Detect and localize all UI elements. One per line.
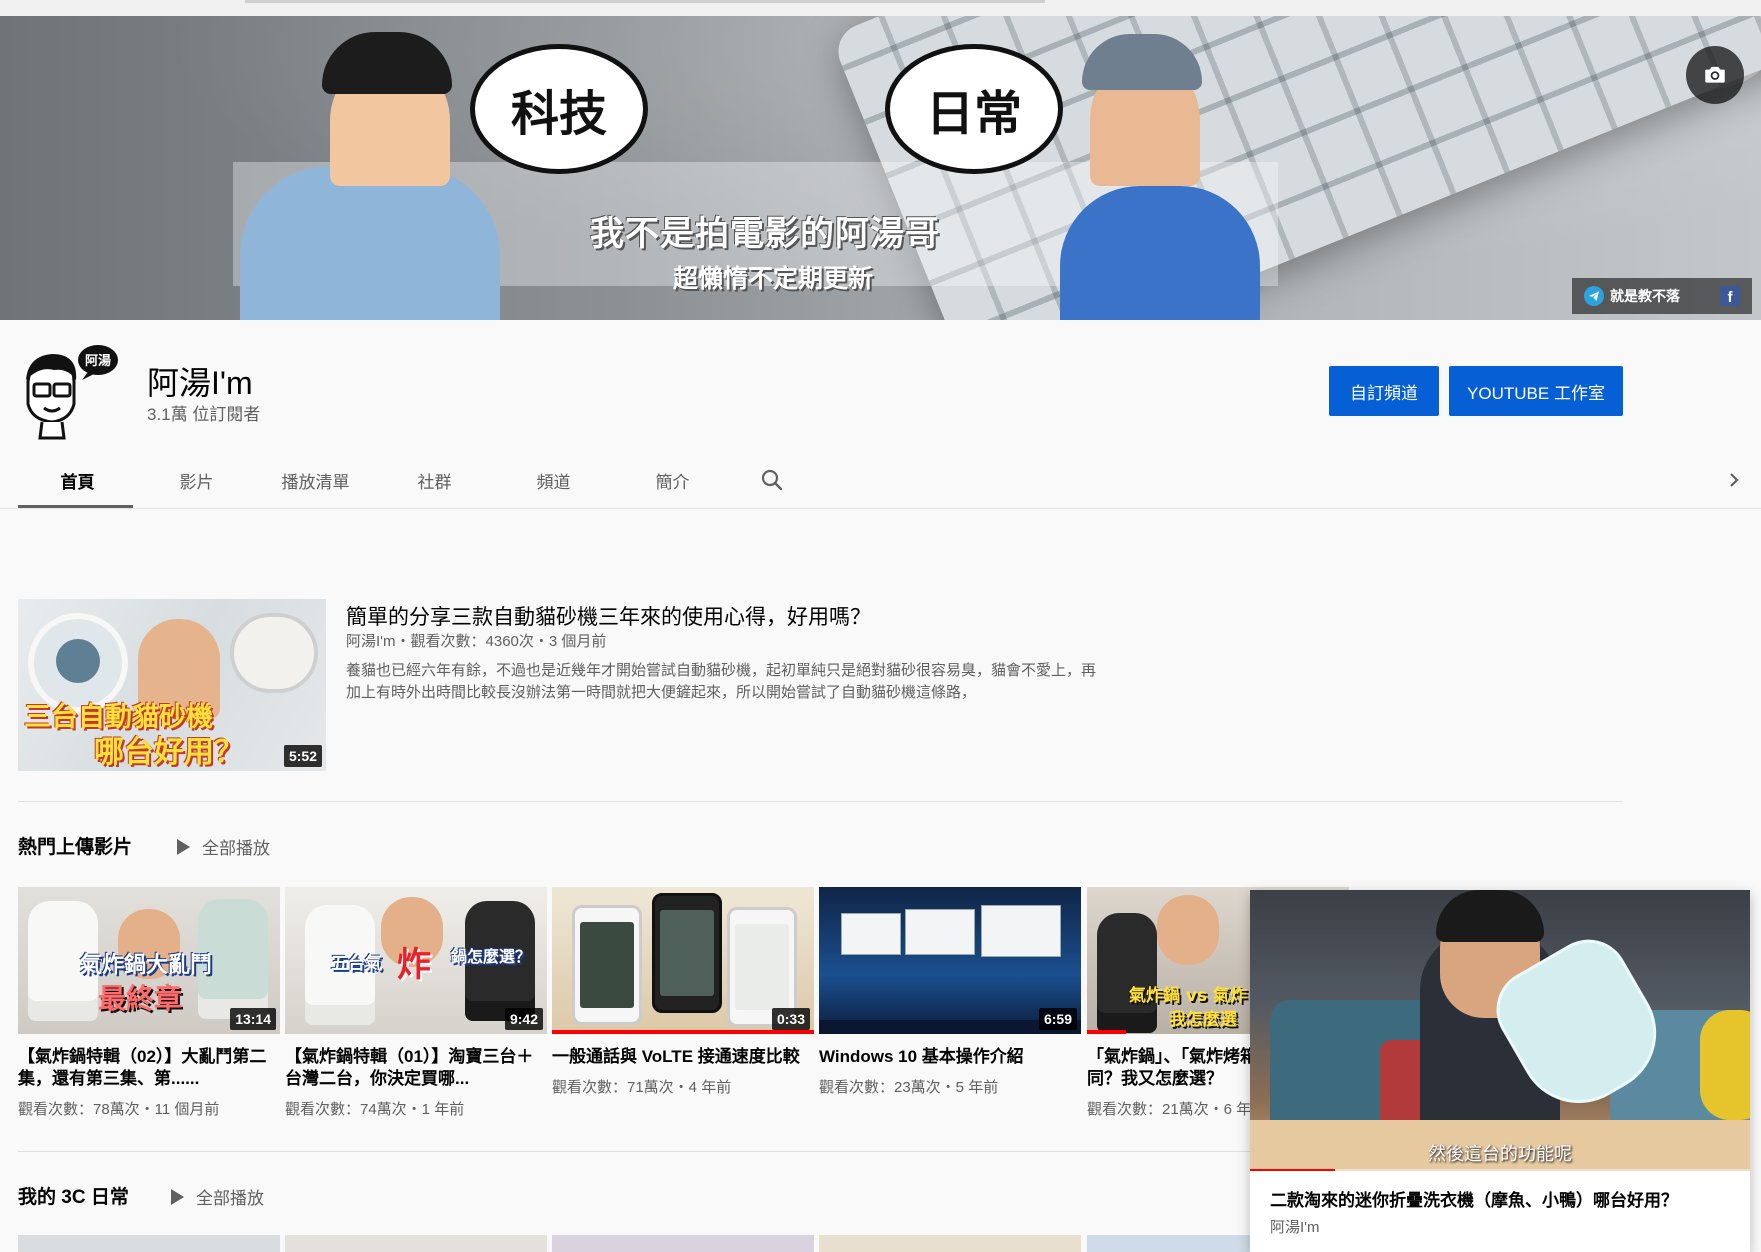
top-strip: [0, 0, 1761, 16]
subscriber-count: 3.1萬 位訂閱者: [147, 405, 261, 424]
video-thumbnail[interactable]: [18, 1235, 280, 1252]
page-scroll-indicator: [245, 0, 1045, 3]
video-duration: 9:42: [504, 1008, 543, 1030]
video-thumbnail[interactable]: [285, 1235, 547, 1252]
mini-player-video[interactable]: 然後這台的功能呢: [1250, 890, 1750, 1171]
facebook-icon[interactable]: f: [1720, 286, 1740, 306]
video-card[interactable]: 6:59 Windows 10 基本操作介紹 觀看次數：23萬次・5 年前: [819, 887, 1081, 1097]
video-duration: 6:59: [1038, 1008, 1077, 1030]
thumb-caption: 最終章: [98, 982, 183, 1015]
shelf-title-popular[interactable]: 熱門上傳影片: [18, 832, 132, 859]
featured-video-meta: 阿湯I'm・觀看次數：4360次・3 個月前: [346, 633, 607, 650]
thumb-phone: [572, 905, 642, 1025]
featured-video-title[interactable]: 簡單的分享三款自動貓砂機三年來的使用心得，好用嗎？: [346, 601, 871, 631]
chevron-right-icon: [1730, 473, 1739, 487]
video-thumbnail[interactable]: 0:33: [552, 887, 814, 1034]
tab-playlists[interactable]: 播放清單: [256, 452, 375, 508]
play-all-label: 全部播放: [202, 839, 270, 858]
avatar-cartoon-icon: 阿湯: [26, 345, 118, 440]
play-icon: [177, 838, 190, 855]
video-thumbnail[interactable]: [819, 1235, 1081, 1252]
thumb-phone: [652, 893, 722, 1013]
channel-avatar[interactable]: 阿湯: [18, 342, 118, 442]
video-card[interactable]: 五台氣 炸 鍋怎麼選？ 9:42 【氣炸鍋特輯（01）】淘寶三台＋台灣二台，你決…: [285, 887, 547, 1119]
banner-subtitle: 超懶惰不定期更新: [673, 264, 874, 293]
play-icon: [171, 1188, 184, 1205]
tab-home[interactable]: 首頁: [18, 452, 137, 508]
video-title[interactable]: 一般通話與 VoLTE 接通速度比較: [552, 1046, 814, 1068]
banner-person-left: [240, 166, 500, 320]
play-all-label: 全部播放: [196, 1189, 264, 1208]
tabs-scroll-right-button[interactable]: [1714, 460, 1754, 500]
video-thumbnail[interactable]: 五台氣 炸 鍋怎麼選？ 9:42: [285, 887, 547, 1034]
video-plush-toy: [1700, 1010, 1750, 1120]
thumb-caption: 我怎麼選: [1169, 1010, 1237, 1030]
thumb-window: [905, 909, 975, 955]
channel-search-button[interactable]: [742, 452, 802, 508]
thumb-window: [841, 913, 901, 955]
mini-player-channel[interactable]: 阿湯I'm: [1270, 1216, 1320, 1237]
video-thumbnail[interactable]: 6:59: [819, 887, 1081, 1034]
tab-about[interactable]: 簡介: [613, 452, 732, 508]
tab-channels[interactable]: 頻道: [494, 452, 613, 508]
channel-name: 阿湯I'm: [147, 365, 253, 401]
watch-progress-bar: [1087, 1030, 1127, 1034]
thumb-caption: 鍋怎麼選？: [451, 947, 532, 966]
video-duration: 5:52: [283, 745, 322, 767]
mini-player-title[interactable]: 二款淘來的迷你折疊洗衣機（摩魚、小鴨）哪台好用？: [1270, 1186, 1678, 1211]
speech-bubble-daily: 日常: [885, 44, 1063, 174]
section-divider: [18, 801, 1623, 802]
video-thumbnail[interactable]: 氣炸鍋大亂鬥 最終章 13:14: [18, 887, 280, 1034]
video-meta: 觀看次數：71萬次・4 年前: [552, 1079, 732, 1096]
video-meta: 觀看次數：23萬次・5 年前: [819, 1079, 999, 1096]
video-meta: 觀看次數：78萬次・11 個月前: [18, 1101, 220, 1118]
video-person-hair: [1436, 890, 1544, 942]
banner-person-right: [1060, 186, 1260, 320]
thumb-caption: 炸: [397, 945, 431, 985]
thumb-caption: 氣炸鍋大亂鬥: [80, 953, 213, 978]
play-all-3c-button[interactable]: 全部播放: [171, 1184, 264, 1209]
video-title[interactable]: 【氣炸鍋特輯（02）】大亂鬥第二集，還有第三集、第......: [18, 1046, 280, 1090]
video-card[interactable]: 0:33 一般通話與 VoLTE 接通速度比較 觀看次數：71萬次・4 年前: [552, 887, 814, 1097]
video-meta: 觀看次數：74萬次・1 年前: [285, 1101, 465, 1118]
channel-banner: 科技 日常 我不是拍電影的阿湯哥 超懶惰不定期更新 就是教不落 f: [0, 16, 1761, 320]
mini-player-progress-fill: [1250, 1169, 1335, 1171]
video-thumbnail[interactable]: [552, 1235, 814, 1252]
search-icon: [761, 469, 783, 491]
shelf-title-3c-daily[interactable]: 我的 3C 日常: [18, 1182, 129, 1209]
video-subtitle: 然後這台的功能呢: [1428, 1144, 1572, 1164]
edit-banner-button[interactable]: [1686, 46, 1744, 104]
featured-video-description: 養貓也已經六年有餘，不過也是近幾年才開始嘗試自動貓砂機，起初單純只是絕對貓砂很容…: [346, 662, 1097, 701]
telegram-icon[interactable]: [1584, 286, 1604, 306]
thumb-fryer: [1097, 913, 1157, 1033]
camera-icon: [1705, 66, 1725, 83]
thumb-window: [981, 905, 1061, 957]
mini-player[interactable]: 然後這台的功能呢 二款淘來的迷你折疊洗衣機（摩魚、小鴨）哪台好用？ 阿湯I'm: [1250, 890, 1750, 1252]
avatar-badge-text: 阿湯: [85, 353, 111, 369]
video-card[interactable]: 氣炸鍋大亂鬥 最終章 13:14 【氣炸鍋特輯（02）】大亂鬥第二集，還有第三集…: [18, 887, 280, 1119]
speech-bubble-tech: 科技: [470, 44, 648, 174]
video-title[interactable]: Windows 10 基本操作介紹: [819, 1046, 1081, 1068]
mini-player-progress-track[interactable]: [1250, 1169, 1750, 1171]
banner-links: 就是教不落 f: [1572, 278, 1752, 314]
thumb-face: [1157, 895, 1219, 965]
telegram-link-label[interactable]: 就是教不落: [1610, 286, 1714, 306]
thumb-litter-box-2: [230, 613, 318, 693]
banner-title: 我不是拍電影的阿湯哥: [590, 214, 940, 254]
channel-header: 阿湯 阿湯I'm 3.1萬 位訂閱者 自訂頻道 YOUTUBE 工作室 首頁 影…: [0, 320, 1761, 508]
video-title[interactable]: 【氣炸鍋特輯（01）】淘寶三台＋台灣二台，你決定買哪...: [285, 1046, 547, 1090]
featured-video-thumbnail[interactable]: 三台自動貓砂機 哪台好用？ 5:52: [18, 599, 326, 771]
video-duration: 13:14: [230, 1008, 276, 1030]
play-all-popular-button[interactable]: 全部播放: [177, 834, 270, 859]
tab-community[interactable]: 社群: [375, 452, 494, 508]
watch-progress-bar: [552, 1030, 814, 1034]
featured-thumb-caption-2: 哪台好用？: [94, 735, 244, 770]
video-duration: 0:33: [771, 1008, 810, 1030]
channel-tabs: 首頁 影片 播放清單 社群 頻道 簡介: [18, 452, 802, 508]
thumb-caption: 五台氣: [331, 954, 382, 974]
thumb-caption: 氣炸鍋 vs 氣炸: [1129, 986, 1248, 1006]
tab-videos[interactable]: 影片: [137, 452, 256, 508]
customize-channel-button[interactable]: 自訂頻道: [1329, 366, 1439, 416]
youtube-studio-button[interactable]: YOUTUBE 工作室: [1449, 366, 1623, 416]
